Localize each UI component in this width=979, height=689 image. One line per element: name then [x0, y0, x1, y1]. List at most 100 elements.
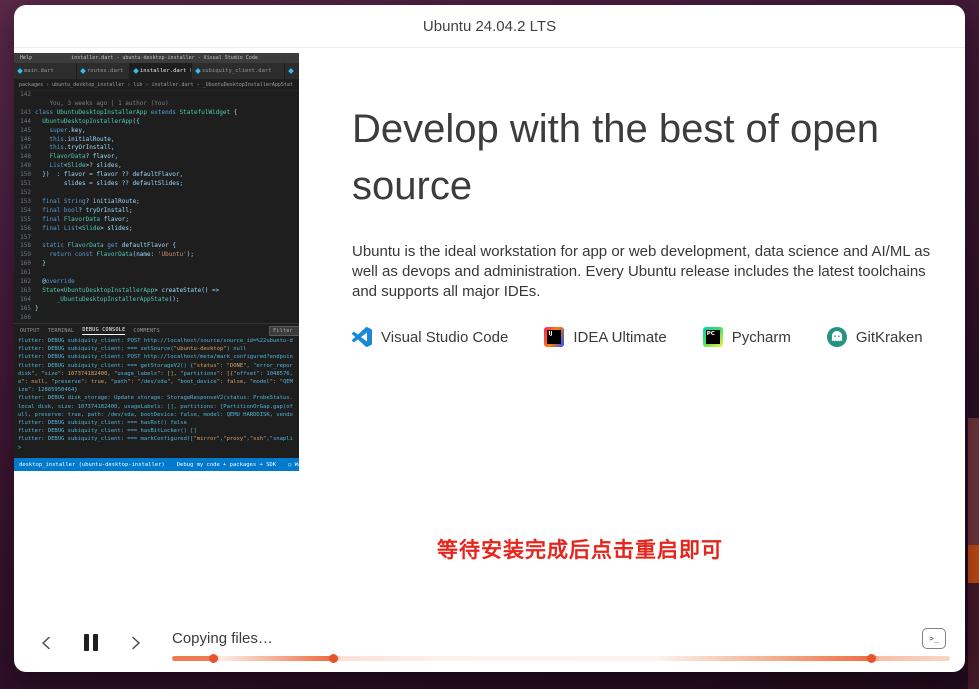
console-line: flutter: DEBUG subiquity_client: === set… [18, 345, 299, 353]
vscode-tab [285, 63, 299, 79]
tool-label: Pycharm [732, 329, 791, 346]
code-line: 146 this.initialRoute, [14, 136, 299, 145]
console-line: ize": 12885950464} [18, 386, 299, 394]
statusbar-project: desktop_installer (ubuntu-desktop-instal… [19, 462, 165, 468]
code-line: You, 3 weeks ago | 1 author (You) [14, 100, 299, 109]
terminal-toggle-button[interactable]: >_ [922, 628, 946, 649]
code-line: 159 return const FlavorData(name: 'Ubunt… [14, 251, 299, 260]
slide-heading: Develop with the best of open source [352, 101, 962, 215]
progress-dot [329, 654, 338, 663]
window-title: Ubuntu 24.04.2 LTS [423, 18, 556, 35]
intellij-idea-icon: IJ [544, 327, 564, 347]
code-line: 143class UbuntuDesktopInstallerApp exten… [14, 109, 299, 118]
code-lines: 142 You, 3 weeks ago | 1 author (You)143… [14, 91, 299, 323]
terminal-icon: >_ [929, 634, 939, 643]
code-line: 156 final List<Slide> slides; [14, 225, 299, 234]
vscode-tab-bar: main.dartroutes.dartinstaller.dartM✕subi… [14, 63, 299, 79]
panel-tab-comments: COMMENTS [133, 328, 159, 334]
window-titlebar: Ubuntu 24.04.2 LTS [14, 5, 965, 48]
vscode-icon [352, 327, 372, 347]
panel-tab-debug-console: DEBUG CONSOLE [82, 327, 125, 335]
code-line: 144 UbuntuDesktopInstallerApp({ [14, 118, 299, 127]
tool-gitkraken: GitKraken [827, 327, 923, 347]
next-slide-button[interactable] [126, 634, 144, 652]
install-progress-bar [172, 656, 950, 661]
dart-icon [195, 68, 201, 74]
code-line: 155 final FlavorData flavor; [14, 216, 299, 225]
debug-console-lines: flutter: DEBUG subiquity_client: POST ht… [14, 337, 299, 460]
panel-tab-terminal: TERMINAL [48, 328, 74, 334]
pause-icon [93, 634, 98, 651]
code-line: 149 List<Slide>? slides, [14, 162, 299, 171]
code-line: 158 static FlavorData get defaultFlavor … [14, 242, 299, 251]
install-status-label: Copying files… [172, 630, 273, 647]
console-line: flutter: DEBUG subiquity_client: === has… [18, 427, 299, 435]
code-line: 148 FlavorData? flavor, [14, 153, 299, 162]
code-line: 150 }) : flavor = flavor ?? defaultFlavo… [14, 171, 299, 180]
code-line: 166 [14, 314, 299, 323]
slide-body-text: Ubuntu is the ideal workstation for app … [352, 242, 946, 302]
tool-pycharm: PC Pycharm [703, 327, 791, 347]
console-line: flutter: DEBUG disk_storage: Update stor… [18, 394, 299, 402]
vscode-statusbar: desktop_installer (ubuntu-desktop-instal… [14, 458, 299, 471]
pycharm-icon: PC [703, 327, 723, 347]
dart-icon [133, 68, 139, 74]
code-line: 164 _UbuntuDesktopInstallerAppState(); [14, 296, 299, 305]
statusbar-watch: ○ Watch [288, 462, 299, 468]
code-line: 160 } [14, 260, 299, 269]
console-line: flutter: DEBUG subiquity_client: === has… [18, 419, 299, 427]
dart-icon [80, 68, 86, 74]
tool-label: IDEA Ultimate [573, 329, 666, 346]
vscode-help-menu: Help [14, 55, 38, 61]
code-line: 152 [14, 189, 299, 198]
console-line: flutter: DEBUG subiquity_client: POST ht… [18, 353, 299, 361]
console-line: e": null, "preserve": true, "path": "/de… [18, 378, 299, 386]
code-line: 151 slides = slides ?? defaultSlides; [14, 180, 299, 189]
tool-idea-ultimate: IJ IDEA Ultimate [544, 327, 666, 347]
wallpaper-stripe [968, 418, 979, 545]
console-line: ull, preserve: true, path: /dev/sda, boo… [18, 411, 299, 419]
wallpaper-stripe-orange [968, 545, 979, 583]
console-line: local disk, size: 107374182400, usageLab… [18, 403, 299, 411]
console-line: flutter: DEBUG subiquity_client: === get… [18, 362, 299, 370]
vscode-title-text: installer.dart - ubuntu-desktop-installe… [38, 55, 299, 61]
code-line: 163 State<UbuntuDesktopInstallerApp> cre… [14, 287, 299, 296]
code-line: 147 this.tryOrInstall, [14, 144, 299, 153]
console-line: > [18, 444, 299, 452]
pause-slideshow-button[interactable] [84, 634, 98, 651]
tool-label: GitKraken [856, 329, 923, 346]
tools-row: Visual Studio Code IJ IDEA Ultimate PC P… [352, 327, 962, 347]
console-line: flutter: DEBUG subiquity_client: POST ht… [18, 337, 299, 345]
tool-label: Visual Studio Code [381, 329, 508, 346]
vscode-tab: main.dart [14, 63, 77, 79]
vscode-panel-tabs: OUTPUT TERMINAL DEBUG CONSOLE COMMENTS F… [14, 323, 299, 337]
code-line: 142 [14, 91, 299, 100]
code-line: 162 @override [14, 278, 299, 287]
pause-icon [84, 634, 89, 651]
code-line: 165} [14, 305, 299, 314]
vscode-screenshot: Help installer.dart - ubuntu-desktop-ins… [14, 53, 299, 471]
code-line: 154 final bool? tryOrInstall; [14, 207, 299, 216]
console-line: flutter: DEBUG subiquity_client: === mar… [18, 435, 299, 443]
code-line: 161 [14, 269, 299, 278]
chevron-left-icon [38, 634, 56, 652]
console-filter-input: Filter [269, 326, 299, 336]
code-line: 145 super.key, [14, 127, 299, 136]
restart-hint-annotation: 等待安装完成后点击重启即可 [437, 534, 723, 564]
previous-slide-button[interactable] [38, 634, 56, 652]
chevron-right-icon [126, 634, 144, 652]
vscode-tab: installer.dartM✕ [130, 63, 192, 79]
dart-icon [288, 68, 294, 74]
installer-window: Ubuntu 24.04.2 LTS Help installer.dart -… [14, 5, 965, 672]
tool-visual-studio-code: Visual Studio Code [352, 327, 508, 347]
vscode-tab: routes.dart [77, 63, 130, 79]
code-line: 157 [14, 234, 299, 243]
gitkraken-icon [827, 327, 847, 347]
statusbar-debug-config: Debug my code + packages + SDK [177, 462, 276, 468]
dart-icon [17, 68, 23, 74]
vscode-titlebar: Help installer.dart - ubuntu-desktop-ins… [14, 53, 299, 63]
slide-content: Develop with the best of open source Ubu… [352, 101, 962, 347]
progress-dot [867, 654, 876, 663]
progress-dot [209, 654, 218, 663]
vscode-tab: subiquity_client.dart [192, 63, 285, 79]
